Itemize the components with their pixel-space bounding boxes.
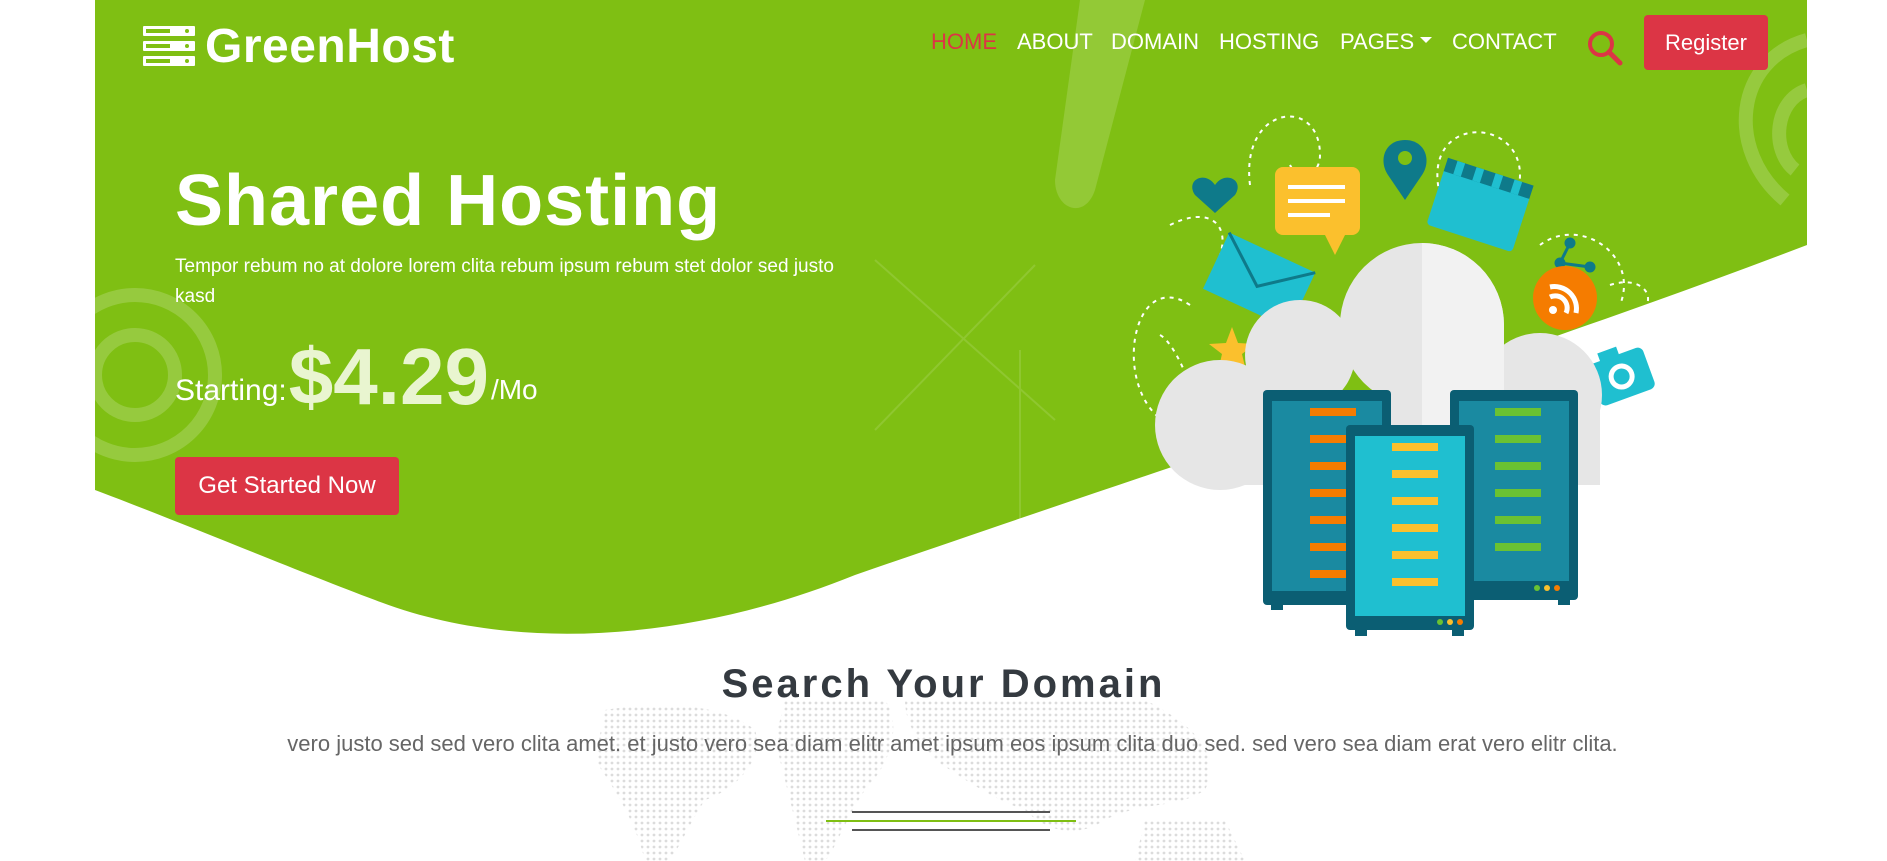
section-description: vero justo sed sed vero clita amet. et j…	[287, 731, 1618, 756]
price-prefix: Starting:	[175, 374, 287, 407]
nav-item-label: DOMAIN	[1111, 29, 1199, 54]
price-row: Starting: $4.29 /Mo	[175, 332, 538, 422]
section-title: Search Your Domain	[721, 662, 1166, 706]
nav-item-contact[interactable]: CONTACT	[1452, 28, 1557, 56]
price-suffix: /Mo	[490, 374, 538, 405]
brand-logo[interactable]: GreenHost	[143, 19, 455, 73]
nav-item-label: ABOUT	[1017, 29, 1093, 54]
search-icon[interactable]	[1585, 28, 1625, 68]
get-started-button[interactable]: Get Started Now	[175, 457, 399, 515]
cloud-servers-illustration	[1132, 115, 1655, 636]
nav-item-label: CONTACT	[1452, 29, 1557, 54]
nav-item-home[interactable]: HOME	[931, 28, 997, 56]
nav-item-hosting[interactable]: HOSTING	[1219, 28, 1319, 56]
nav-item-about[interactable]: ABOUT	[1017, 28, 1093, 56]
nav-item-pages[interactable]: PAGES	[1340, 28, 1433, 56]
chevron-down-icon	[1420, 37, 1433, 43]
hero-description: Tempor rebum no at dolore lorem clita re…	[175, 256, 834, 307]
page: GreenHost HOME ABOUT DOMAIN HOSTING PAGE…	[0, 0, 1887, 861]
nav-item-label: HOSTING	[1219, 29, 1320, 54]
nav-item-label: HOME	[931, 29, 997, 54]
section-divider	[826, 811, 1076, 831]
brand-name: GreenHost	[205, 19, 455, 73]
hero-title: Shared Hosting	[175, 161, 722, 241]
server-stack-icon	[143, 26, 195, 66]
nav-item-domain[interactable]: DOMAIN	[1111, 28, 1199, 56]
price-value: $4.29	[288, 332, 489, 421]
nav-item-label: PAGES	[1340, 29, 1415, 54]
register-button[interactable]: Register	[1644, 15, 1768, 70]
world-map-background	[595, 700, 1245, 861]
